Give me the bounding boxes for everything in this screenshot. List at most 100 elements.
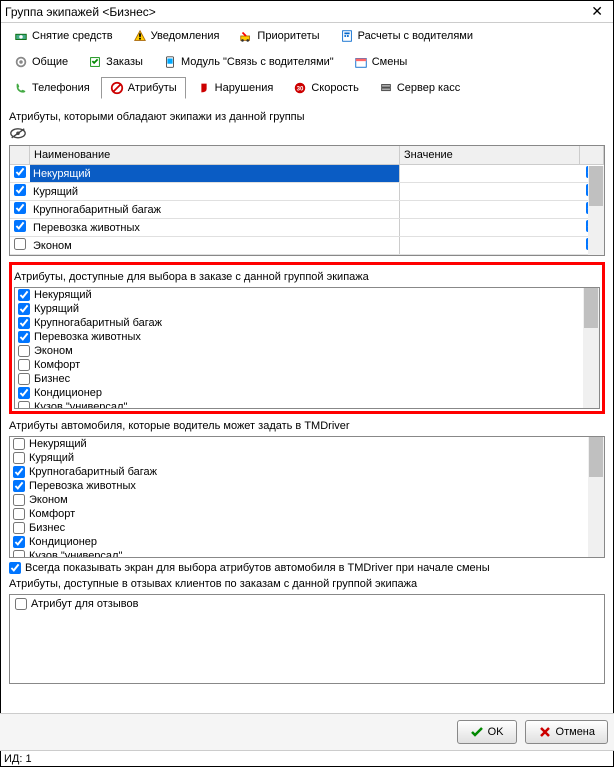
list-item[interactable]: Кондиционер [10,535,588,549]
item-checkbox[interactable] [18,387,30,399]
list-item[interactable]: Бизнес [15,372,583,386]
list-item[interactable]: Эконом [15,344,583,358]
titlebar: Группа экипажей <Бизнес> ✕ [1,1,613,23]
row-checkbox[interactable] [14,220,26,232]
list-item[interactable]: Эконом [10,493,588,507]
row-name: Крупногабаритный багаж [30,201,400,218]
scrollbar[interactable] [583,288,599,408]
tab-general[interactable]: Общие [5,51,77,73]
list-item[interactable]: Атрибут для отзывов [12,597,602,611]
item-checkbox[interactable] [13,466,25,478]
scrollbar[interactable] [588,166,604,255]
tab-calculations[interactable]: Расчеты с водителями [331,25,482,47]
tab-server[interactable]: Сервер касс [370,77,469,99]
item-checkbox[interactable] [18,359,30,371]
list-item[interactable]: Курящий [10,451,588,465]
always-show-row[interactable]: Всегда показывать экран для выбора атриб… [9,562,605,574]
cancel-button[interactable]: Отмена [525,720,608,744]
always-show-checkbox[interactable] [9,562,21,574]
row-checkbox[interactable] [14,166,26,178]
ok-button[interactable]: OK [457,720,517,744]
item-label: Перевозка животных [29,480,136,492]
item-checkbox[interactable] [18,401,30,409]
tab-priorities[interactable]: Приоритеты [230,25,328,47]
item-checkbox[interactable] [13,494,25,506]
item-label: Кондиционер [29,536,97,548]
section4-label: Атрибуты, доступные в отзывах клиентов п… [9,578,605,590]
table-row[interactable]: Эконом [10,237,604,255]
item-label: Некурящий [34,289,92,301]
item-label: Курящий [34,303,79,315]
item-label: Эконом [34,345,73,357]
row-name: Перевозка животных [30,219,400,236]
highlight-section: Атрибуты, доступные для выбора в заказе … [9,262,605,414]
tab-speed[interactable]: 30Скорость [284,77,368,99]
attributes-table: Наименование Значение Некурящий Курящий … [9,145,605,256]
list-item[interactable]: Перевозка животных [15,330,583,344]
item-checkbox[interactable] [18,317,30,329]
list-item[interactable]: Крупногабаритный багаж [10,465,588,479]
item-checkbox[interactable] [13,452,25,464]
row-checkbox[interactable] [14,202,26,214]
list-item[interactable]: Комфорт [10,507,588,521]
item-label: Крупногабаритный багаж [29,466,157,478]
item-label: Кузов "универсал" [34,401,127,409]
item-checkbox[interactable] [18,289,30,301]
tab-shifts[interactable]: Смены [345,51,417,73]
item-checkbox[interactable] [18,303,30,315]
list-item[interactable]: Кузов "универсал" [15,400,583,409]
item-label: Бизнес [29,522,65,534]
svg-text:30: 30 [297,86,304,93]
list-item[interactable]: Некурящий [10,437,588,451]
item-label: Кузов "универсал" [29,550,122,558]
item-checkbox[interactable] [13,536,25,548]
section3-label: Атрибуты автомобиля, которые водитель мо… [9,420,605,432]
item-label: Комфорт [29,508,75,520]
list-item[interactable]: Крупногабаритный багаж [15,316,583,330]
row-name: Курящий [30,183,400,200]
item-checkbox[interactable] [13,480,25,492]
tab-withdraw[interactable]: Снятие средств [5,25,122,47]
list-item[interactable]: Бизнес [10,521,588,535]
toolbar-row-2: Общие Заказы Модуль "Связь с водителями"… [1,49,613,75]
row-checkbox[interactable] [14,184,26,196]
tab-notifications[interactable]: Уведомления [124,25,229,47]
close-icon[interactable]: ✕ [585,3,609,20]
tab-attributes[interactable]: Атрибуты [101,77,186,99]
status-bar: ИД: 1 [0,750,614,767]
visibility-icon[interactable] [9,127,27,141]
item-checkbox[interactable] [13,522,25,534]
list-item[interactable]: Перевозка животных [10,479,588,493]
item-checkbox[interactable] [13,508,25,520]
list-item[interactable]: Кондиционер [15,386,583,400]
th-name[interactable]: Наименование [30,146,400,164]
tab-telephony[interactable]: Телефония [5,77,99,99]
row-name: Некурящий [30,165,400,182]
item-label: Крупногабаритный багаж [34,317,162,329]
tab-violations[interactable]: Нарушения [188,77,283,99]
row-checkbox[interactable] [14,238,26,250]
scrollbar[interactable] [588,437,604,557]
item-checkbox[interactable] [13,550,25,558]
tab-module[interactable]: Модуль "Связь с водителями" [154,51,343,73]
list-item[interactable]: Кузов "универсал" [10,549,588,558]
list-item[interactable]: Курящий [15,302,583,316]
th-value[interactable]: Значение [400,146,580,164]
item-checkbox[interactable] [13,438,25,450]
item-checkbox[interactable] [18,345,30,357]
tab-orders[interactable]: Заказы [79,51,152,73]
review-attrs-list: Атрибут для отзывов [9,594,605,684]
table-row[interactable]: Крупногабаритный багаж [10,201,604,219]
review-label: Атрибут для отзывов [31,598,138,610]
toolbar-row-3: Телефония Атрибуты Нарушения 30Скорость … [1,75,613,101]
item-checkbox[interactable] [18,331,30,343]
item-checkbox[interactable] [18,373,30,385]
item-label: Бизнес [34,373,70,385]
item-label: Некурящий [29,438,87,450]
review-checkbox[interactable] [15,598,27,610]
table-row[interactable]: Перевозка животных [10,219,604,237]
table-row[interactable]: Курящий [10,183,604,201]
table-row[interactable]: Некурящий [10,165,604,183]
list-item[interactable]: Комфорт [15,358,583,372]
list-item[interactable]: Некурящий [15,288,583,302]
